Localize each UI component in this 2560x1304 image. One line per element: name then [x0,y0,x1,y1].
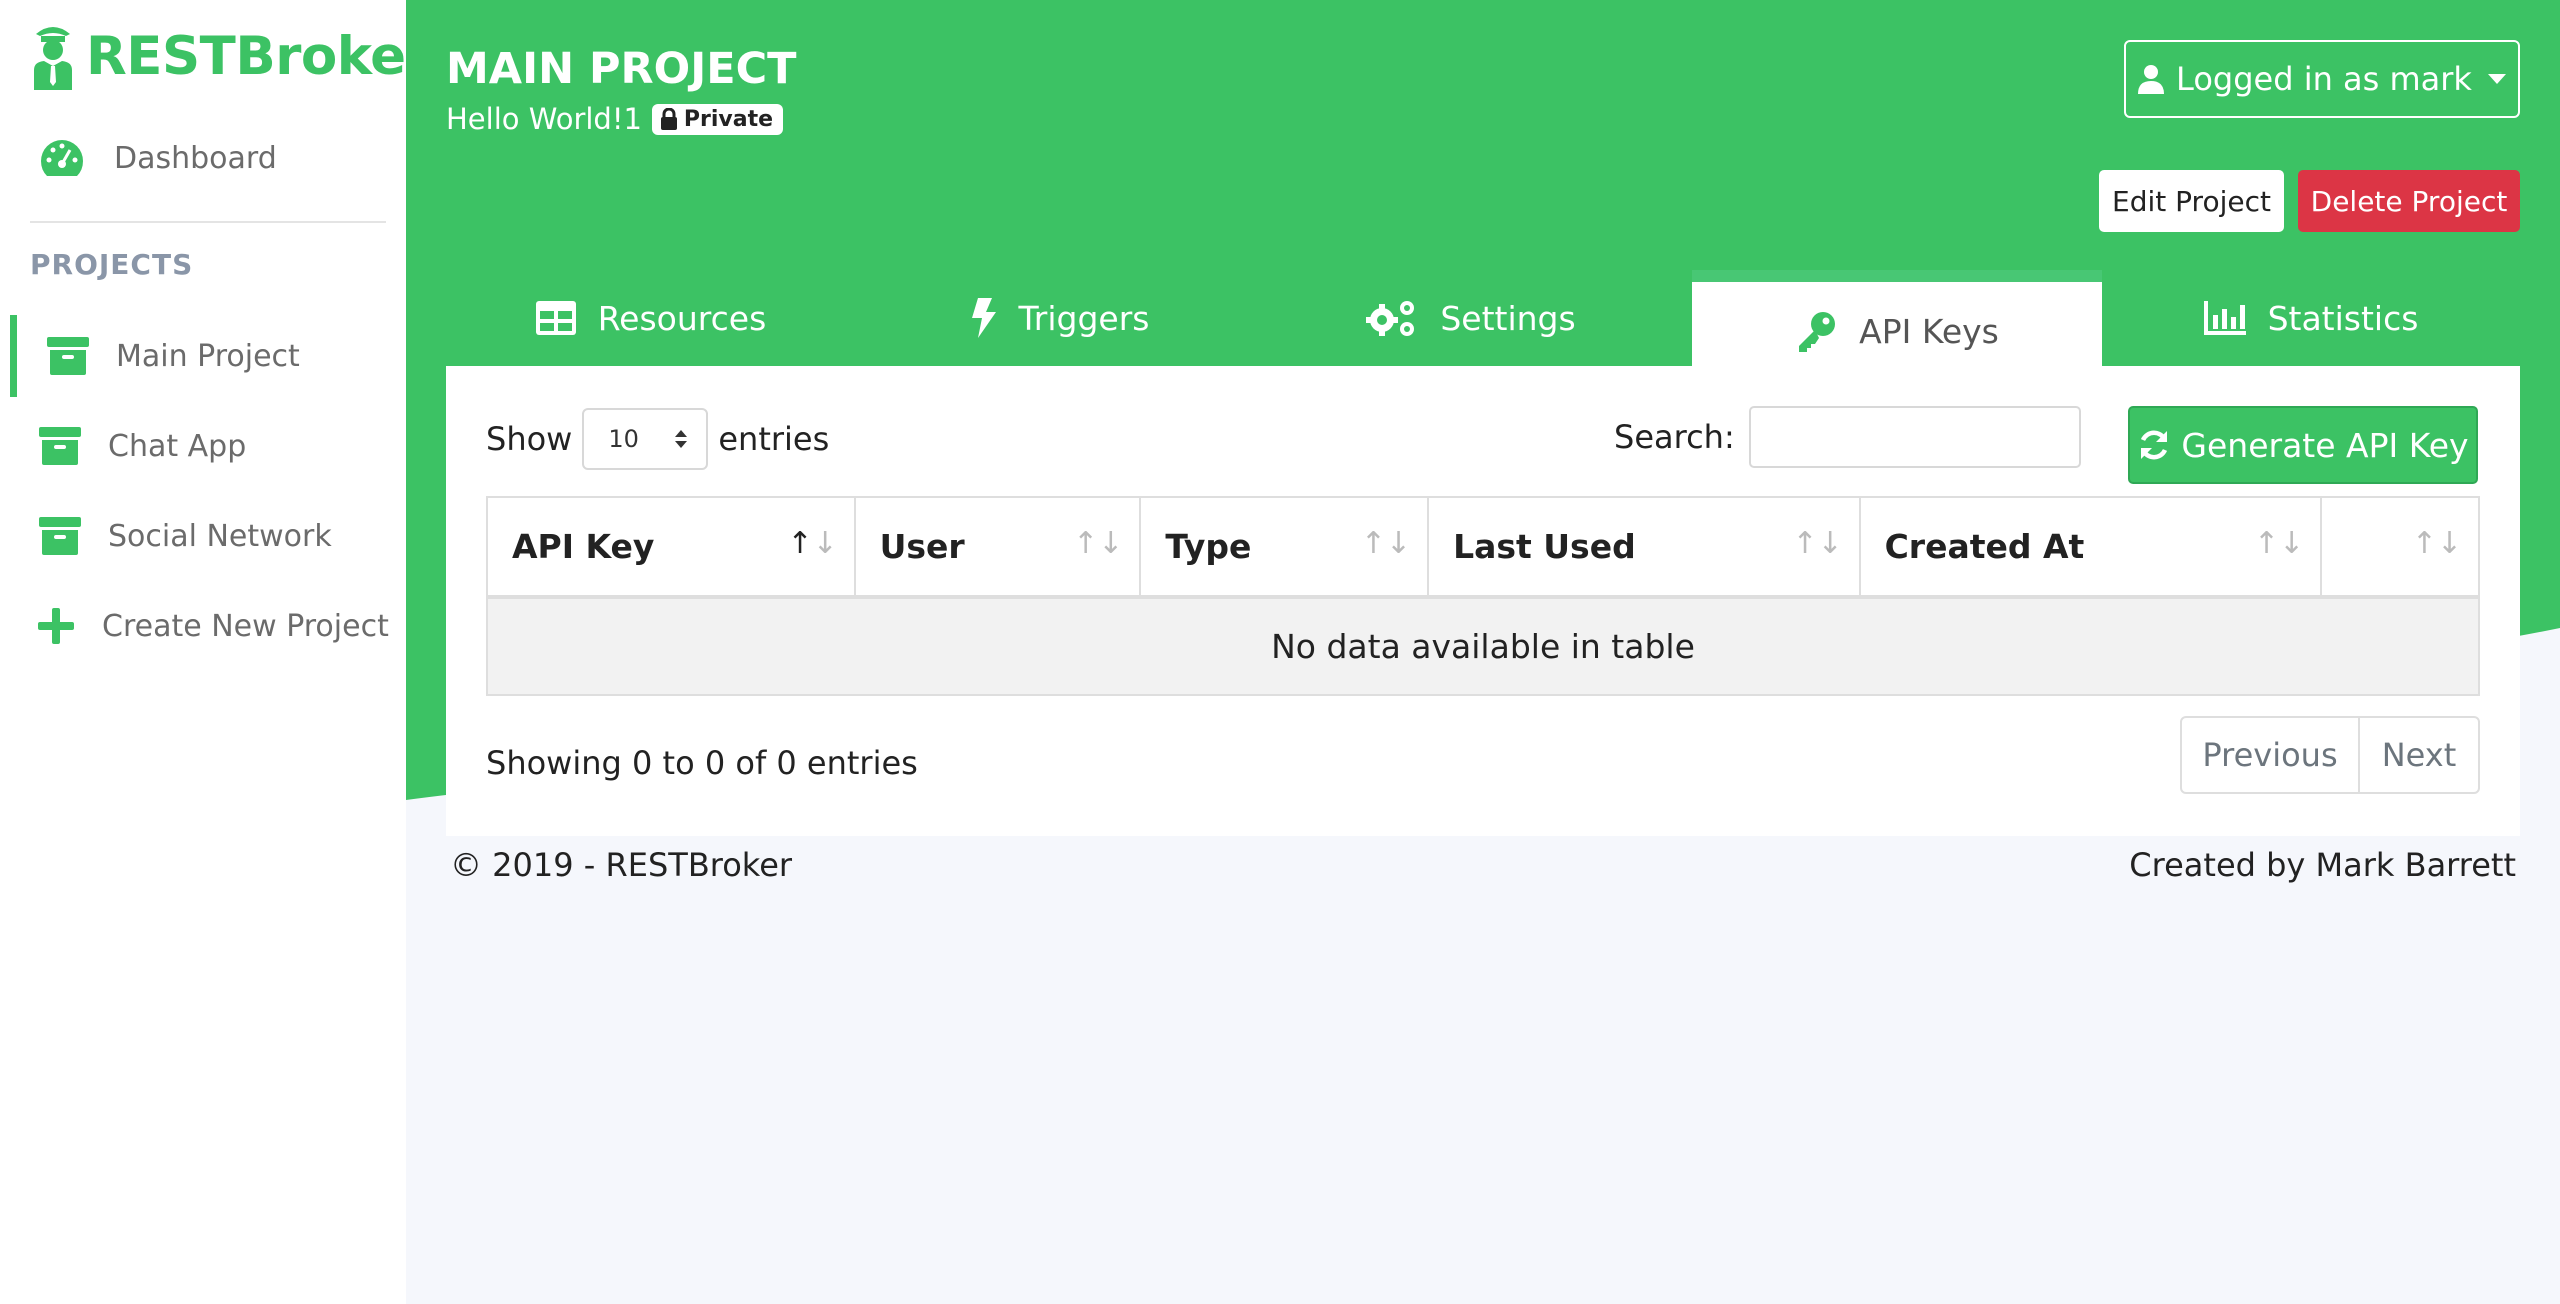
column-header-label: Created At [1884,527,2085,566]
footer-credit: Created by Mark Barrett [2129,846,2516,884]
sort-icon: ↑↓ [1792,526,1843,561]
brand-logo[interactable]: RESTBroker [30,22,432,90]
refresh-icon [2141,430,2168,460]
archive-box-icon [36,512,84,560]
table-info: Showing 0 to 0 of 0 entries [486,744,918,782]
privacy-badge-label: Private [683,106,774,132]
sort-icon: ↑↓ [2411,526,2462,561]
tab-statistics[interactable]: Statistics [2102,270,2520,366]
tab-label: Triggers [1018,298,1150,338]
api-keys-table: API Key ↑↓ User ↑↓ Type ↑↓ Last Used ↑↓ … [486,496,2480,696]
archive-box-icon [36,422,84,470]
sidebar-item-label: Social Network [108,518,332,554]
cogs-icon [1366,301,1415,336]
previous-page-button[interactable]: Previous [2182,718,2360,792]
sort-icon: ↑↓ [1360,526,1412,561]
project-subtitle: Hello World!1 Private [446,102,784,136]
generate-api-key-button[interactable]: Generate API Key [2128,406,2478,484]
table-row: No data available in table [486,596,2480,696]
column-header-label: API Key [512,527,655,566]
select-arrows-icon [675,430,688,448]
pagination: Previous Next [2180,716,2480,794]
show-label: Show [486,420,573,458]
entries-label: entries [718,420,830,458]
plus-icon [32,602,80,650]
tab-label: Resources [597,298,767,338]
lock-icon [660,108,677,130]
column-header-api-key[interactable]: API Key ↑↓ [486,496,856,599]
bar-chart-icon [2203,301,2246,335]
privacy-badge: Private [651,103,784,135]
table-search: Search: [1614,406,2081,468]
tab-settings[interactable]: Settings [1266,270,1676,366]
user-menu-label: Logged in as mark [2176,60,2472,98]
api-keys-panel: Show 10 entries Search: Generate API Key… [446,366,2520,836]
entries-select[interactable]: 10 [582,408,709,470]
archive-box-icon [44,332,92,380]
tab-label: Statistics [2267,298,2419,338]
column-header-label: User [879,527,965,566]
generate-button-label: Generate API Key [2181,425,2469,465]
chevron-down-icon [2487,74,2506,84]
column-header-last-used[interactable]: Last Used ↑↓ [1427,496,1861,599]
column-header-user[interactable]: User ↑↓ [853,496,1142,599]
sidebar-divider [30,221,386,223]
sidebar: RESTBroker Dashboard PROJECTS Main Proje… [0,0,432,1304]
empty-table-message: No data available in table [486,596,2480,696]
key-icon [1799,312,1836,352]
sidebar-item-create-project[interactable]: Create New Project [0,586,406,666]
search-label: Search: [1614,418,1735,456]
sidebar-item-label: Dashboard [114,140,277,176]
sort-icon: ↑↓ [1073,526,1124,561]
column-header-label: Last Used [1453,527,1636,566]
tab-api-keys[interactable]: API Keys [1692,270,2102,366]
sidebar-item-social-network[interactable]: Social Network [0,496,406,576]
table-header-row: API Key ↑↓ User ↑↓ Type ↑↓ Last Used ↑↓ … [486,496,2480,599]
sidebar-item-main-project[interactable]: Main Project [0,316,406,396]
next-page-button[interactable]: Next [2360,718,2478,792]
agent-logo-icon [34,27,72,90]
sort-ascending-icon: ↑↓ [787,526,838,561]
dashboard-gauge-icon [38,134,86,182]
sidebar-section-heading: PROJECTS [30,248,194,281]
search-input[interactable] [1748,406,2081,468]
user-menu-button[interactable]: Logged in as mark [2124,40,2520,118]
column-header-label: Type [1165,527,1252,566]
tab-label: Settings [1440,298,1576,338]
footer-copyright: © 2019 - RESTBroker [450,846,793,884]
tab-resources[interactable]: Resources [446,270,856,366]
table-icon [535,301,576,335]
sidebar-item-label: Create New Project [102,608,389,644]
user-icon [2138,65,2165,94]
edit-project-button[interactable]: Edit Project [2099,170,2284,232]
tab-label: API Keys [1859,311,1999,351]
column-header-actions[interactable]: ↑↓ [2320,496,2480,599]
sort-icon: ↑↓ [2253,526,2305,561]
bolt-icon [972,298,997,338]
sidebar-item-label: Chat App [108,428,247,464]
brand-name: RESTBroker [86,25,432,87]
column-header-type[interactable]: Type ↑↓ [1139,496,1430,599]
entries-length-control: Show 10 entries [486,408,829,470]
column-header-created-at[interactable]: Created At ↑↓ [1858,496,2323,599]
sidebar-item-chat-app[interactable]: Chat App [0,406,406,486]
project-title: MAIN PROJECT [446,44,797,94]
tab-triggers[interactable]: Triggers [856,270,1266,366]
sidebar-item-label: Main Project [116,338,300,374]
project-description: Hello World!1 [446,102,642,136]
sidebar-item-dashboard[interactable]: Dashboard [0,118,406,198]
delete-project-button[interactable]: Delete Project [2298,170,2520,232]
entries-select-value: 10 [608,425,639,453]
